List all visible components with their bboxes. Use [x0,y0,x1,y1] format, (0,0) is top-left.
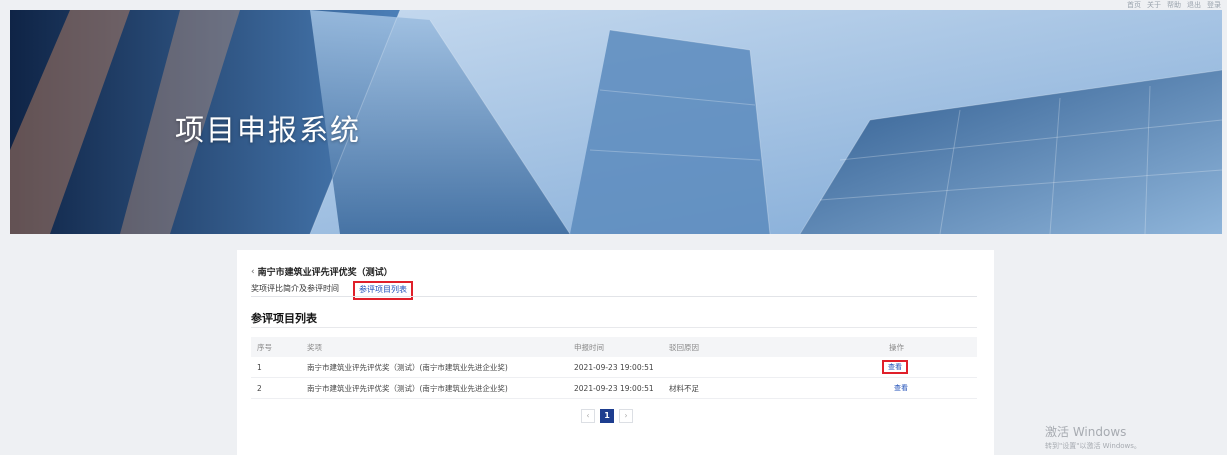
watermark-subtitle: 转到"设置"以激活 Windows。 [1045,442,1141,450]
col-index-header: 序号 [251,337,307,357]
row-action: 查看 [882,357,977,378]
chevron-left-icon[interactable]: ‹ [251,267,255,277]
pagination: ‹ 1 › [581,409,633,423]
tab-divider [251,296,977,297]
row-index: 1 [251,357,307,378]
table-row: 1 南宁市建筑业评先评优奖（测试）(南宁市建筑业先进企业奖) 2021-09-2… [251,357,977,378]
row-reason [669,357,889,378]
top-nav-link[interactable]: 登录 [1207,0,1221,10]
table-header-row: 序号 奖项 申报时间 驳回原因 操作 [251,337,977,357]
table-row: 2 南宁市建筑业评先评优奖（测试）(南宁市建筑业先进企业奖) 2021-09-2… [251,377,977,399]
row-award: 南宁市建筑业评先评优奖（测试）(南宁市建筑业先进企业奖) [307,357,574,378]
project-card: ‹ 南宁市建筑业评先评优奖（测试） 奖项评比简介及参评时间 参评项目列表 参评项… [237,250,994,455]
top-nav-link[interactable]: 首页 [1127,0,1141,10]
tab-project-list[interactable]: 参评项目列表 [353,281,413,300]
watermark-title: 激活 Windows [1045,425,1127,439]
row-index: 2 [251,377,307,399]
page-button-current[interactable]: 1 [600,409,614,423]
top-nav-link[interactable]: 帮助 [1167,0,1181,10]
project-table: 序号 奖项 申报时间 驳回原因 操作 1 南宁市建筑业评先评优奖（测试）(南宁市… [251,337,977,399]
col-reason-header: 驳回原因 [669,337,889,357]
col-time-header: 申报时间 [574,337,669,357]
back-link[interactable]: ‹ 南宁市建筑业评先评优奖（测试） [251,265,393,279]
prev-page-button[interactable]: ‹ [581,409,595,423]
row-action: 查看 [889,377,977,399]
col-action-header: 操作 [889,337,977,357]
top-nav-link[interactable]: 退出 [1187,0,1201,10]
windows-activation-watermark: 激活 Windows 转到"设置"以激活 Windows。 [1045,423,1141,451]
row-award: 南宁市建筑业评先评优奖（测试）(南宁市建筑业先进企业奖) [307,377,574,399]
view-button[interactable]: 查看 [882,360,908,374]
top-nav-link[interactable]: 关于 [1147,0,1161,10]
hero-banner: 项目申报系统 [10,10,1222,234]
col-award-header: 奖项 [307,337,574,357]
row-time: 2021-09-23 19:00:51 [574,357,669,378]
row-reason: 材料不足 [669,377,889,399]
section-title: 参评项目列表 [251,312,317,325]
view-button[interactable]: 查看 [889,382,913,394]
next-page-button[interactable]: › [619,409,633,423]
award-title[interactable]: 南宁市建筑业评先评优奖（测试） [258,265,393,278]
banner-title: 项目申报系统 [175,113,362,147]
top-nav: 首页 关于 帮助 退出 登录 [1127,0,1221,10]
section-divider [251,327,977,328]
row-time: 2021-09-23 19:00:51 [574,377,669,399]
